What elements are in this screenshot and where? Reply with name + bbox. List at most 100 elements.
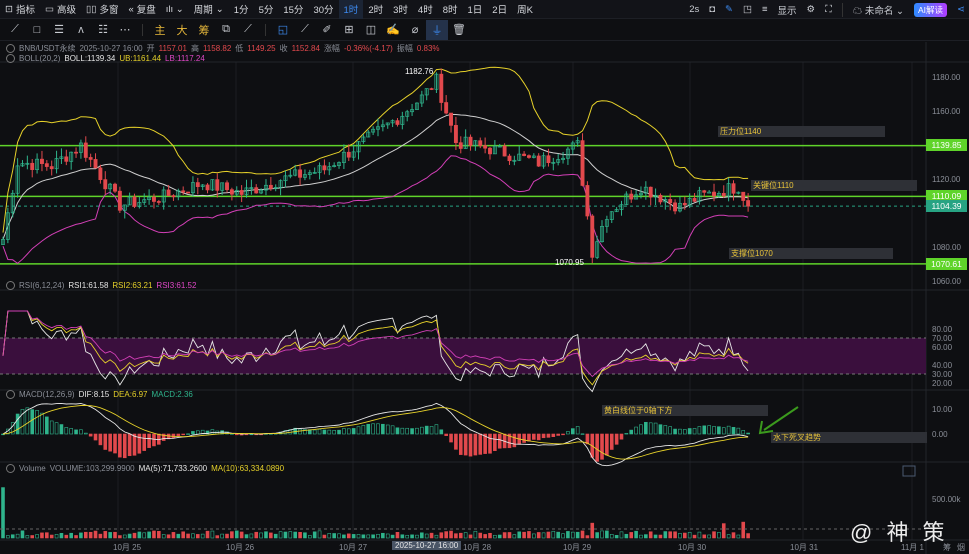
candle-body — [453, 125, 458, 144]
volume-bar — [234, 530, 239, 539]
volume-bar — [346, 533, 351, 539]
macd-bar — [191, 431, 195, 435]
resistance-annotation[interactable]: 压力位1140 — [718, 126, 885, 137]
smoke-tab[interactable]: 烟 — [957, 542, 965, 553]
collapse-icon[interactable] — [6, 390, 15, 399]
macd-bar — [181, 433, 185, 436]
change-label: 涨幅 — [323, 44, 340, 53]
macd-bar — [234, 433, 239, 436]
volume-bar — [83, 531, 88, 539]
candle-body — [673, 202, 678, 212]
macd-bar — [717, 426, 721, 435]
death-cross-annotation[interactable]: 水下死叉趋势 — [771, 432, 927, 443]
boll-name: BOLL(20,2) — [19, 54, 61, 63]
macd-bar — [458, 433, 463, 455]
macd-bar — [512, 433, 517, 448]
volume-bar — [200, 533, 205, 539]
volume-bar — [644, 534, 648, 539]
macd-bar — [25, 407, 30, 435]
support-annotation[interactable]: 支撑位1070 — [729, 248, 893, 259]
symbol: BNB/USDT永续 — [19, 44, 76, 53]
time-tick: 10月 25 — [113, 543, 142, 552]
volume-bar — [79, 532, 83, 539]
volume-bar — [639, 534, 643, 539]
rsi1: RSI1:61.58 — [68, 281, 109, 290]
rsi-tick: 20.00 — [932, 379, 953, 388]
boll-mid-line — [2, 113, 749, 240]
macd-bar — [663, 425, 668, 435]
candle-body — [88, 157, 93, 160]
expand-pane-icon — [902, 465, 916, 477]
volume-bar — [707, 534, 711, 539]
volume-bar — [556, 531, 560, 539]
volume-bar — [668, 531, 672, 539]
macd-bar — [98, 433, 103, 446]
collapse-icon[interactable] — [6, 464, 15, 473]
macd-bar — [15, 413, 20, 435]
macd-bar — [429, 426, 434, 435]
volume-bar — [191, 533, 195, 539]
volume-bar — [337, 533, 341, 539]
collapse-icon[interactable] — [6, 54, 15, 63]
macd-bar — [687, 428, 692, 435]
candle-body — [527, 155, 531, 158]
volume-bar — [580, 530, 585, 539]
volume-bar — [244, 534, 249, 539]
volume-bar — [10, 534, 15, 539]
candle-body — [40, 158, 44, 164]
volume-bar — [692, 534, 697, 539]
candle-body — [629, 193, 634, 200]
macd-bar — [697, 426, 702, 435]
crosshair-time-label: 2025-10-27 16:00 — [392, 541, 462, 550]
candle-body — [93, 159, 98, 169]
volume-bar — [371, 534, 375, 539]
rsi-name: RSI(6,12,24) — [19, 281, 65, 290]
volume-bar — [298, 532, 302, 539]
volume-bar — [317, 530, 322, 539]
candle-body — [483, 145, 488, 149]
volume-bar — [405, 534, 410, 539]
collapse-icon[interactable] — [6, 281, 15, 290]
volume-bar — [410, 534, 414, 539]
macd-bar — [736, 427, 741, 435]
key-level-annotation[interactable]: 关键位1110 — [751, 180, 917, 191]
candle-body — [322, 165, 327, 171]
legend-datetime: 2025-10-27 16:00 — [79, 44, 143, 53]
volume-bar — [288, 531, 293, 539]
macd-bar — [395, 427, 400, 435]
collapse-icon[interactable] — [6, 44, 15, 53]
macd-bar — [186, 433, 190, 435]
macd-bar — [356, 426, 361, 435]
volume-bar — [54, 534, 59, 539]
macd-bar — [196, 430, 200, 435]
volume-bar — [673, 531, 677, 539]
macd-bar — [580, 433, 585, 435]
macd-bar — [488, 433, 492, 454]
macd-bar — [532, 433, 536, 440]
volume-bar — [196, 534, 200, 539]
volume-bar — [264, 531, 268, 539]
support-price-tag: 1070.61 — [926, 258, 967, 270]
volume-bar — [736, 534, 741, 539]
volume-bar — [283, 531, 288, 539]
macd-bar — [142, 433, 147, 451]
macd-bar — [478, 433, 483, 455]
macd-bar — [54, 422, 59, 435]
candle-body — [648, 186, 653, 198]
macd-note-annotation[interactable]: 黄白线位于0轴下方 — [602, 405, 768, 416]
volume-bar — [434, 534, 439, 539]
time-tick: 10月 27 — [339, 543, 368, 552]
volume-bar — [15, 533, 20, 539]
volume-bar — [697, 531, 702, 539]
candle-body — [429, 88, 434, 90]
volume-bar — [20, 530, 25, 539]
volume-bar — [449, 530, 453, 539]
candle-body — [49, 166, 54, 170]
volume-bar — [93, 530, 98, 539]
macd-bar — [575, 426, 580, 435]
open-value: 1157.01 — [158, 44, 187, 53]
volume-bar — [439, 532, 444, 539]
volume-bar — [176, 533, 181, 539]
volume-bar — [186, 533, 190, 539]
macd-bar — [463, 433, 468, 456]
